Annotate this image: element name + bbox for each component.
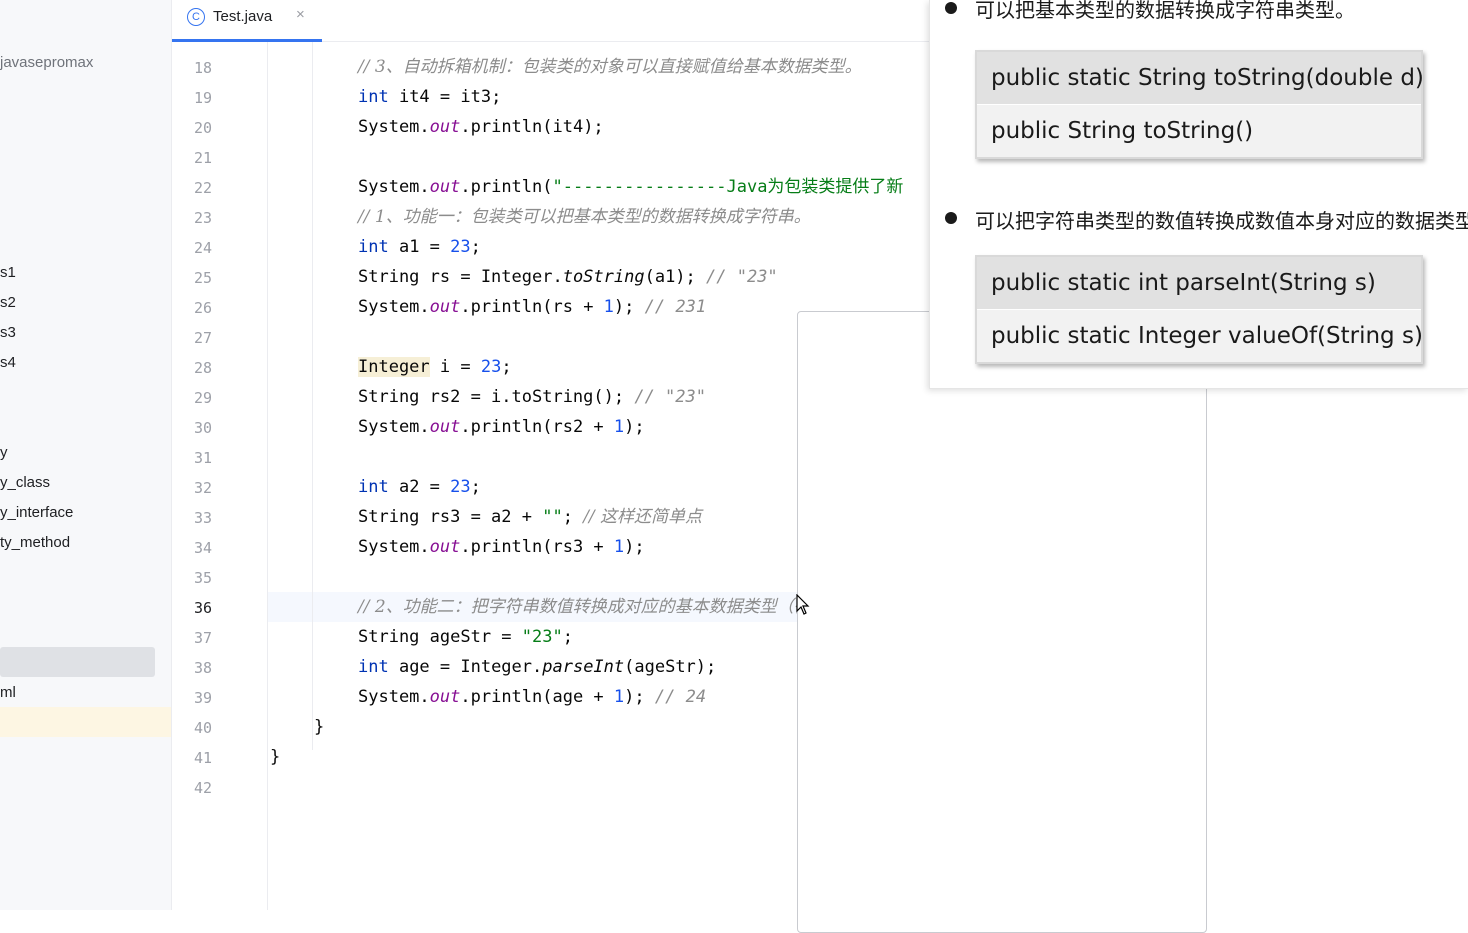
line-number[interactable]: 32 (172, 473, 212, 503)
code-line-19: int it4 = it3; (358, 87, 502, 107)
line-number[interactable]: 19 (172, 83, 212, 113)
slide-bullet-1: 可以把基本类型的数据转换成字符串类型。 (975, 0, 1355, 22)
highlighted-identifier: Integer (358, 357, 430, 377)
line-number[interactable]: 35 (172, 563, 212, 593)
indent-guide (312, 42, 313, 750)
line-number[interactable]: 31 (172, 443, 212, 473)
sidebar-item-ty-method[interactable]: ty_method (0, 528, 70, 558)
sidebar-highlighted-row[interactable] (0, 707, 171, 737)
tab-test-java[interactable]: C Test.java × (172, 0, 322, 42)
code-line-37: String ageStr = "23"; (358, 627, 573, 647)
code-line-30: System.out.println(rs2 + 1); (358, 417, 645, 437)
code-line-25: String rs = Integer.toString(a1); // "23… (358, 267, 778, 287)
line-number[interactable]: 28 (172, 353, 212, 383)
line-number[interactable]: 21 (172, 143, 212, 173)
code-line-24: int a1 = 23; (358, 237, 481, 257)
bullet-icon (945, 2, 957, 14)
line-number[interactable]: 26 (172, 293, 212, 323)
line-number[interactable]: 23 (172, 203, 212, 233)
line-number[interactable]: 36 (172, 593, 212, 623)
close-icon[interactable]: × (296, 6, 305, 23)
code-line-28: Integer i = 23; (358, 357, 512, 377)
sidebar-item-y-interface[interactable]: y_interface (0, 498, 73, 528)
code-line-23: // 1、功能一：包装类可以把基本类型的数据转换成字符串。 (358, 207, 811, 227)
blank-popup-window[interactable] (797, 311, 1207, 933)
sidebar-item-s3[interactable]: s3 (0, 318, 16, 348)
line-number[interactable]: 25 (172, 263, 212, 293)
tab-label: Test.java (213, 8, 273, 25)
code-line-41: } (270, 747, 281, 767)
code-line-38: int age = Integer.parseInt(ageStr); (358, 657, 717, 677)
code-line-32: int a2 = 23; (358, 477, 481, 497)
editor-tab-bar: C Test.java × (172, 0, 932, 42)
code-line-33: String rs3 = a2 + ""; // 这样还简单点 (358, 507, 703, 527)
line-number[interactable]: 33 (172, 503, 212, 533)
code-line-20: System.out.println(it4); (358, 117, 604, 137)
line-number-gutter: 18 19 20 21 22 23 24 25 26 27 28 29 30 31 32 33 34 35 36 37… (172, 42, 268, 910)
line-number[interactable]: 18 (172, 53, 212, 83)
line-number[interactable]: 27 (172, 323, 212, 353)
code-line-29: String rs2 = i.toString(); // "23" (358, 387, 706, 407)
sidebar-project-label[interactable]: javasepromax (0, 48, 93, 78)
sidebar-selected-row[interactable] (0, 647, 155, 677)
bullet-icon (945, 212, 957, 224)
method-row: public static Integer valueOf(String s) (977, 309, 1423, 362)
line-number[interactable]: 30 (172, 413, 212, 443)
line-number[interactable]: 29 (172, 383, 212, 413)
sidebar-item-y[interactable]: y (0, 438, 8, 468)
line-number[interactable]: 40 (172, 713, 212, 743)
class-icon: C (187, 8, 205, 26)
code-line-34: System.out.println(rs3 + 1); (358, 537, 645, 557)
line-number[interactable]: 37 (172, 623, 212, 653)
code-line-22: System.out.println("----------------Java… (358, 177, 904, 197)
slide-bullet-2: 可以把字符串类型的数值转换成数值本身对应的数据类型。 (975, 209, 1468, 233)
slide-overlay: 可以把基本类型的数据转换成字符串类型。 public static String… (929, 0, 1468, 389)
sidebar-item-ml[interactable]: ml (0, 678, 16, 708)
sidebar-item-y-class[interactable]: y_class (0, 468, 50, 498)
code-line-40: } (314, 717, 325, 737)
code-line-18: // 3、自动拆箱机制：包装类的对象可以直接赋值给基本数据类型。 (358, 57, 862, 77)
line-number[interactable]: 24 (172, 233, 212, 263)
line-number[interactable]: 39 (172, 683, 212, 713)
sidebar-item-s2[interactable]: s2 (0, 288, 16, 318)
line-number[interactable]: 20 (172, 113, 212, 143)
method-row: public static String toString(double d) (977, 52, 1424, 104)
method-box-tostring: public static String toString(double d) … (975, 50, 1424, 159)
line-number[interactable]: 22 (172, 173, 212, 203)
line-number[interactable]: 38 (172, 653, 212, 683)
line-number[interactable]: 34 (172, 533, 212, 563)
code-line-39: System.out.println(age + 1); // 24 (358, 687, 707, 707)
sidebar-item-s4[interactable]: s4 (0, 348, 16, 378)
method-box-parse: public static int parseInt(String s) pub… (975, 255, 1423, 364)
line-number[interactable]: 42 (172, 773, 212, 803)
code-line-26: System.out.println(rs + 1); // 231 (358, 297, 707, 317)
method-row: public String toString() (977, 104, 1421, 157)
sidebar-item-s1[interactable]: s1 (0, 258, 16, 288)
method-row: public static int parseInt(String s) (977, 257, 1421, 309)
project-sidebar: javasepromax s1 s2 s3 s4 y y_class y_int… (0, 0, 172, 910)
line-number[interactable]: 41 (172, 743, 212, 773)
